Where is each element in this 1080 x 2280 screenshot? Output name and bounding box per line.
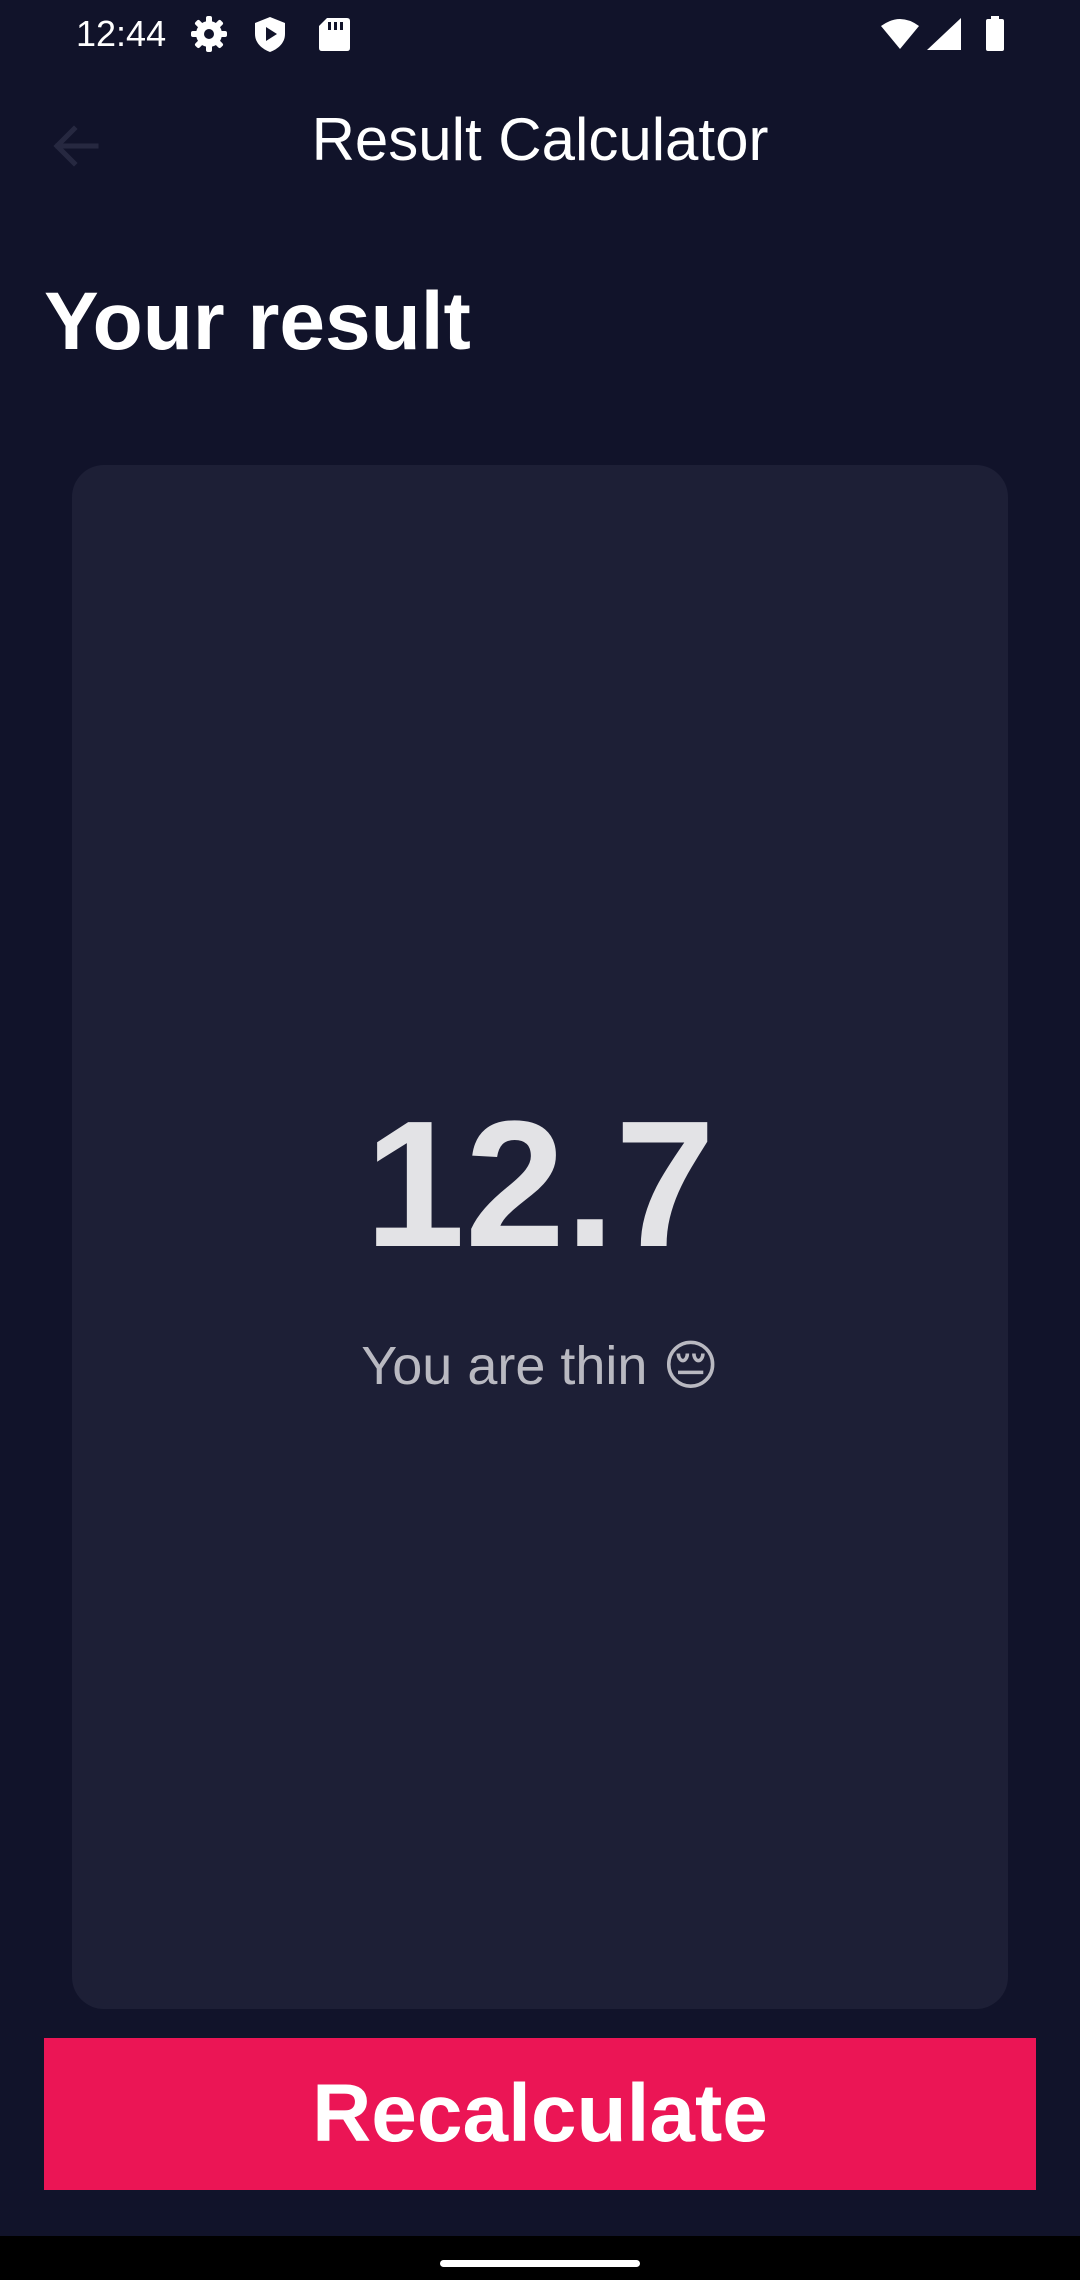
page-title: Your result	[44, 276, 471, 367]
home-indicator[interactable]	[440, 2260, 640, 2267]
gear-icon	[189, 14, 229, 54]
system-nav-bar	[0, 2236, 1080, 2280]
app-title: Result Calculator	[311, 106, 769, 173]
battery-icon	[975, 14, 1015, 54]
sd-card-icon	[314, 14, 354, 54]
shield-play-icon	[250, 14, 290, 54]
result-value: 12.7	[364, 1084, 716, 1285]
result-card: 12.7 You are thin 😔	[72, 465, 1008, 2009]
result-text: You are thin 😔	[361, 1336, 719, 1396]
recalculate-button[interactable]: Recalculate	[44, 2038, 1036, 2190]
status-bar: 12:44	[0, 0, 1080, 70]
app-bar: Result Calculator	[0, 70, 1080, 210]
cell-signal-icon	[924, 14, 964, 54]
status-time: 12:44	[76, 13, 167, 54]
wifi-icon	[880, 14, 920, 54]
